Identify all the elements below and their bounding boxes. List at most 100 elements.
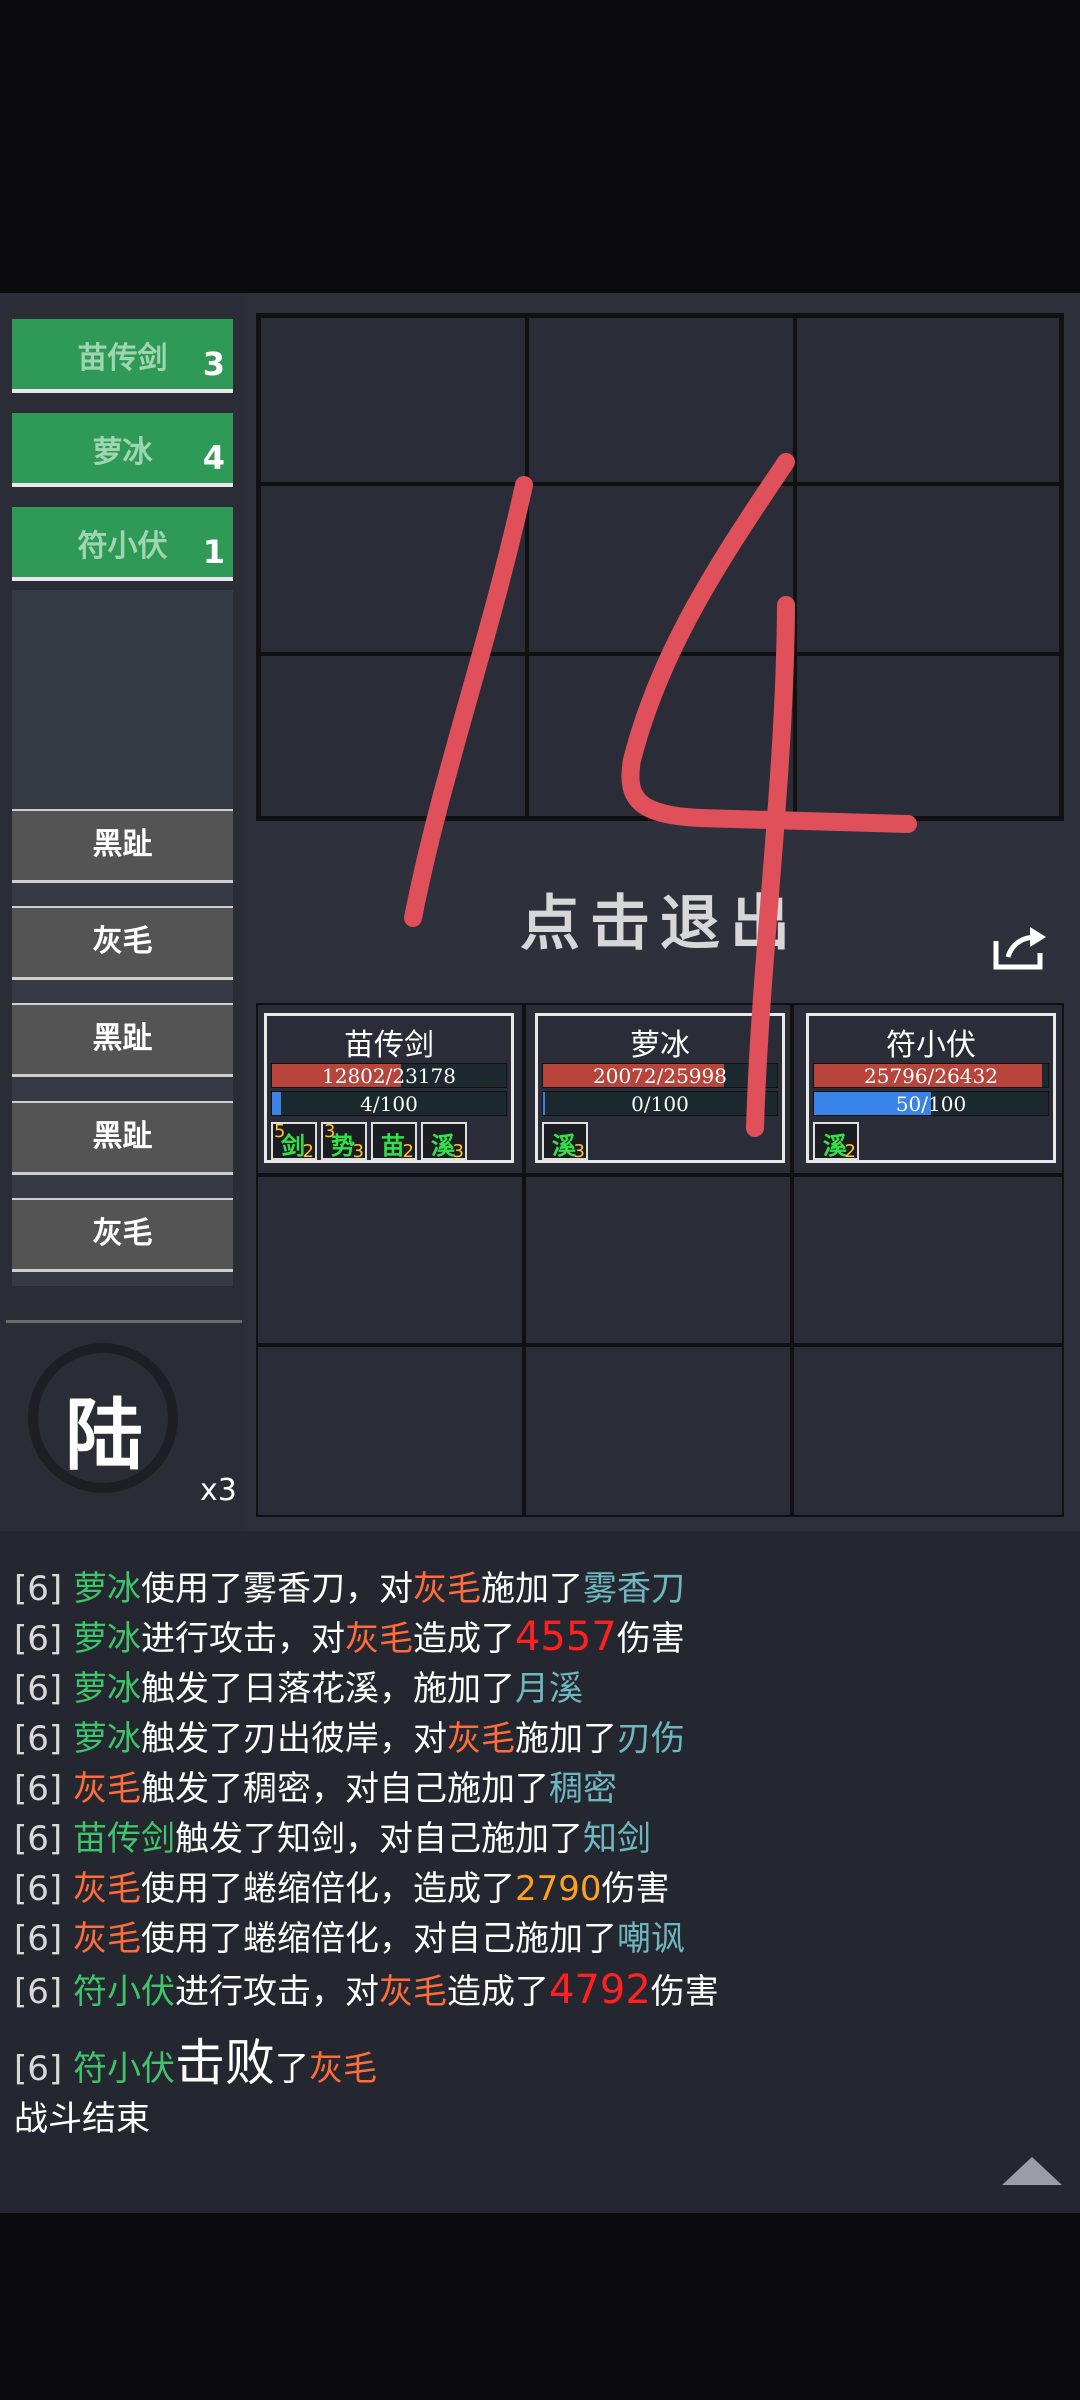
log-entry: [6] 萝冰触发了刃出彼岸，对灰毛施加了刃伤 <box>14 1711 685 1760</box>
ally-name: 符小伏 <box>77 529 168 564</box>
buff-level: 5 <box>274 1121 286 1142</box>
ally-count: 3 <box>202 345 225 383</box>
log-segment: 造成了 <box>412 1619 515 1659</box>
empty-ally-area <box>12 590 233 793</box>
speed-button[interactable]: x3 <box>200 1473 237 1508</box>
grid-cell <box>259 654 527 818</box>
buff-glyph: 溪 <box>823 1132 847 1160</box>
log-segment: 符小伏 <box>72 1972 175 2012</box>
hp-text: 20072/25998 <box>593 1064 727 1088</box>
energy-text: 0/100 <box>631 1092 689 1116</box>
log-segment: 灰毛 <box>72 1919 141 1959</box>
log-segment: 嘲讽 <box>616 1919 685 1959</box>
buff-glyph: 溪 <box>431 1132 455 1160</box>
buff-icon[interactable]: 溪3 <box>542 1122 588 1162</box>
log-segment: 触发了刃出彼岸，对 <box>140 1719 447 1759</box>
tap-to-exit-text[interactable]: 点击退出 <box>520 875 800 962</box>
log-segment: 刃伤 <box>616 1719 685 1759</box>
log-entry: [6] 萝冰触发了日落花溪，施加了月溪 <box>14 1661 583 1710</box>
ally-slot[interactable]: 苗传剑 3 <box>12 319 233 393</box>
energy-text: 4/100 <box>360 1092 418 1116</box>
enemy-grid <box>256 313 1064 821</box>
buff-stacks: 2 <box>844 1141 856 1162</box>
log-segment: [6] <box>14 1669 73 1709</box>
ally-count: 1 <box>202 533 225 571</box>
log-segment: 稠密 <box>548 1769 617 1809</box>
log-segment: 造成了 <box>446 1972 549 2012</box>
log-entry: [6] 萝冰进行攻击，对灰毛造成了4557伤害 <box>14 1611 685 1660</box>
grid-cell <box>256 1175 524 1345</box>
log-segment: [6] <box>14 2049 73 2089</box>
battle-end-text: 战斗结束 <box>14 2099 150 2139</box>
log-segment: 触发了稠密，对自己施加了 <box>140 1769 549 1809</box>
hp-bar: 25796/26432 <box>813 1063 1049 1088</box>
grid-cell <box>792 1175 1064 1345</box>
hp-text: 12802/23178 <box>322 1064 456 1088</box>
buff-stacks: 3 <box>573 1141 585 1162</box>
ally-slot[interactable]: 符小伏 1 <box>12 507 233 581</box>
grid-cell <box>527 316 795 484</box>
buff-icon[interactable]: 势33 <box>321 1121 367 1162</box>
buff-icon[interactable]: 苗2 <box>371 1122 417 1162</box>
log-segment: 灰毛 <box>72 1769 141 1809</box>
buff-stacks: 3 <box>452 1141 464 1162</box>
buff-icon[interactable]: 溪2 <box>813 1122 859 1162</box>
buff-icon[interactable]: 剑52 <box>271 1121 317 1162</box>
log-entry: [6] 符小伏进行攻击，对灰毛造成了4792伤害 <box>14 1964 719 2013</box>
log-entry: [6] 萝冰使用了雾香刀，对灰毛施加了雾香刀 <box>14 1561 685 1610</box>
grid-cell <box>256 1345 524 1517</box>
unit-card[interactable]: 苗传剑 12802/23178 4/100 剑52势33苗2溪3 <box>264 1013 514 1163</box>
buff-glyph: 苗 <box>381 1132 405 1160</box>
stage-number: 陆 <box>65 1390 144 1481</box>
ally-name: 萝冰 <box>92 435 153 470</box>
buff-stacks: 2 <box>402 1141 414 1162</box>
buff-stacks: 2 <box>302 1141 314 1162</box>
log-segment: 雾香刀 <box>582 1569 685 1609</box>
hp-bar: 12802/23178 <box>271 1063 507 1088</box>
log-segment: [6] <box>14 1719 73 1759</box>
enemy-slot[interactable]: 灰毛 <box>12 906 233 980</box>
log-segment: 伤害 <box>601 1869 670 1909</box>
log-segment: [6] <box>14 1569 73 1609</box>
log-segment: 击败 <box>174 2034 275 2092</box>
ally-name: 苗传剑 <box>77 341 168 376</box>
unit-card[interactable]: 萝冰 20072/25998 0/100 溪3 <box>535 1013 785 1163</box>
unit-name: 苗传剑 <box>344 1028 434 1063</box>
log-segment: 使用了雾香刀，对 <box>140 1569 413 1609</box>
log-segment: 符小伏 <box>72 2049 175 2089</box>
enemy-slot[interactable]: 灰毛 <box>12 1198 233 1272</box>
unit-card[interactable]: 符小伏 25796/26432 50/100 溪2 <box>806 1013 1056 1163</box>
grid-cell <box>795 654 1061 818</box>
energy-text: 50/100 <box>895 1092 967 1116</box>
log-segment: 萝冰 <box>72 1619 141 1659</box>
log-segment: [6] <box>14 1769 73 1809</box>
log-entry: [6] 符小伏击败了灰毛 <box>14 2023 377 2095</box>
buff-icon[interactable]: 溪3 <box>421 1122 467 1162</box>
log-segment: 苗传剑 <box>72 1819 175 1859</box>
log-segment: 使用了蜷缩倍化，造成了 <box>140 1869 515 1909</box>
log-segment: 施加了 <box>514 1719 617 1759</box>
log-entry: [6] 灰毛使用了蜷缩倍化，对自己施加了嘲讽 <box>14 1911 685 1960</box>
scroll-up-icon[interactable] <box>1000 2153 1064 2187</box>
energy-bar: 0/100 <box>542 1091 778 1116</box>
log-segment: 知剑 <box>582 1819 651 1859</box>
log-segment: 灰毛 <box>446 1719 515 1759</box>
buff-level: 3 <box>324 1121 336 1142</box>
enemy-slot[interactable]: 黑趾 <box>12 1101 233 1175</box>
log-segment: 4792 <box>548 1967 651 2013</box>
log-segment: [6] <box>14 1869 73 1909</box>
ally-slot[interactable]: 萝冰 4 <box>12 413 233 487</box>
log-segment: 灰毛 <box>344 1619 413 1659</box>
grid-cell <box>524 1345 792 1517</box>
log-segment: 进行攻击，对 <box>140 1619 345 1659</box>
share-icon[interactable] <box>990 923 1050 973</box>
enemy-slot[interactable]: 黑趾 <box>12 809 233 883</box>
buff-glyph: 溪 <box>552 1132 576 1160</box>
log-segment: 进行攻击，对 <box>174 1972 379 2012</box>
log-segment: 施加了 <box>480 1569 583 1609</box>
enemy-slot[interactable]: 黑趾 <box>12 1003 233 1077</box>
unit-name: 符小伏 <box>886 1028 976 1063</box>
log-segment: 使用了蜷缩倍化，对自己施加了 <box>140 1919 617 1959</box>
grid-cell <box>527 484 795 654</box>
hp-bar: 20072/25998 <box>542 1063 778 1088</box>
